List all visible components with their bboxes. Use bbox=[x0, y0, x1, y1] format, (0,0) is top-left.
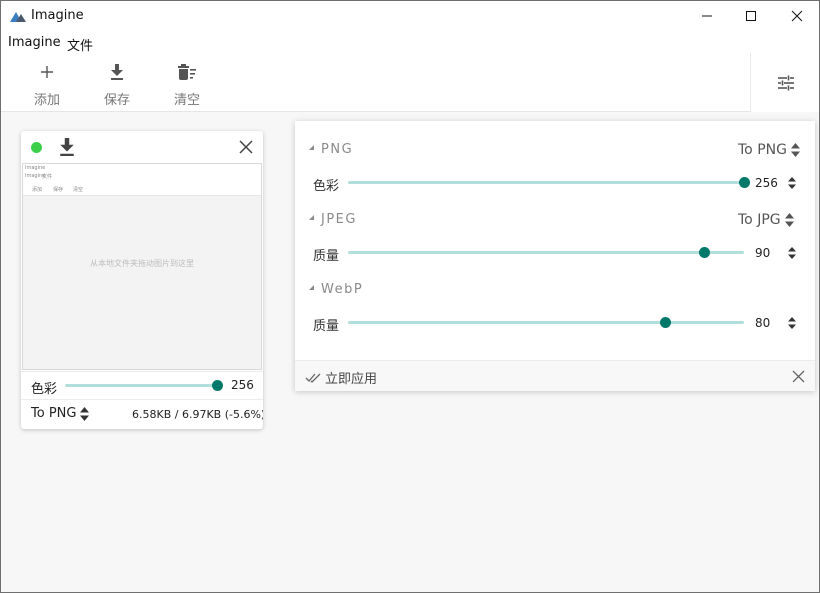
slider-track bbox=[348, 181, 744, 184]
webp-quality-value[interactable]: 80 bbox=[755, 316, 785, 330]
webp-quality-slider[interactable] bbox=[348, 317, 744, 329]
save-label: 保存 bbox=[103, 93, 130, 108]
png-color-value[interactable]: 256 bbox=[755, 176, 785, 190]
download-icon bbox=[111, 64, 123, 80]
slider-thumb[interactable] bbox=[739, 177, 750, 188]
size-info: 6.58KB / 6.97KB (-5.6%) bbox=[132, 408, 263, 421]
settings-panel: PNG To PNG 色彩 256 JPEG To JPG 质量 90 WebP… bbox=[295, 121, 815, 391]
png-format-select[interactable]: To PNG bbox=[738, 142, 800, 158]
card-color-label: 色彩 bbox=[31, 382, 58, 397]
save-button[interactable]: 保存 bbox=[92, 61, 142, 109]
image-card: Imagine Imagine 文件 添加 保存 清空 从本地文件夹拖动图片到这… bbox=[21, 131, 263, 429]
card-color-slider[interactable] bbox=[65, 380, 223, 392]
settings-button[interactable] bbox=[750, 53, 819, 112]
webp-section-title: WebP bbox=[321, 282, 364, 297]
card-format-row: To PNG 6.58KB / 6.97KB (-5.6%) bbox=[21, 399, 263, 429]
jpeg-section-header[interactable]: JPEG bbox=[309, 212, 357, 227]
card-header bbox=[21, 131, 263, 163]
jpeg-format-select[interactable]: To JPG bbox=[738, 212, 794, 228]
slider-track bbox=[348, 321, 744, 324]
status-dot bbox=[31, 142, 42, 153]
collapse-triangle-icon bbox=[309, 145, 314, 150]
thumbnail-app-title: Imagine bbox=[25, 165, 46, 171]
add-button[interactable]: 添加 bbox=[22, 61, 72, 109]
jpeg-quality-slider[interactable] bbox=[348, 247, 744, 259]
clear-button[interactable]: 清空 bbox=[162, 61, 212, 109]
menu-imagine[interactable]: Imagine bbox=[8, 35, 61, 50]
panel-footer: 立即应用 bbox=[295, 360, 815, 391]
spin-arrows-icon[interactable] bbox=[788, 317, 796, 329]
apply-now-button[interactable]: 立即应用 bbox=[305, 368, 377, 387]
thumbnail-drop-hint: 从本地文件夹拖动图片到这里 bbox=[90, 259, 194, 268]
sort-arrows-icon bbox=[790, 143, 800, 157]
thumbnail-save-label: 保存 bbox=[53, 187, 64, 193]
tune-icon bbox=[777, 75, 794, 90]
close-icon[interactable] bbox=[239, 140, 253, 154]
collapse-triangle-icon bbox=[309, 215, 314, 220]
slider-track bbox=[348, 251, 744, 254]
webp-section-header[interactable]: WebP bbox=[309, 282, 363, 297]
sort-arrows-icon bbox=[784, 213, 794, 227]
slider-thumb[interactable] bbox=[659, 317, 671, 328]
jpeg-quality-value[interactable]: 90 bbox=[755, 246, 785, 260]
png-color-slider[interactable] bbox=[348, 177, 750, 189]
png-format-label: To PNG bbox=[738, 142, 787, 158]
png-section-title: PNG bbox=[321, 142, 354, 157]
app-window: Imagine Imagine 文件 添加 保存 清空 Imagine Imag… bbox=[0, 0, 820, 593]
maximize-button[interactable] bbox=[728, 1, 774, 31]
thumbnail-clear-label: 清空 bbox=[73, 187, 84, 193]
card-format-label: To PNG bbox=[31, 406, 77, 421]
plus-icon bbox=[41, 66, 53, 78]
app-title: Imagine bbox=[31, 8, 84, 23]
menu-bar: Imagine 文件 bbox=[1, 31, 819, 54]
thumbnail-menu-file: 文件 bbox=[42, 174, 53, 180]
close-window-button[interactable] bbox=[774, 1, 819, 31]
jpeg-format-label: To JPG bbox=[738, 212, 781, 228]
clear-all-icon bbox=[178, 64, 196, 80]
thumbnail-add-label: 添加 bbox=[32, 187, 43, 193]
jpeg-section-title: JPEG bbox=[321, 212, 357, 227]
slider-thumb[interactable] bbox=[699, 247, 711, 258]
apply-now-label: 立即应用 bbox=[325, 372, 378, 387]
menu-file[interactable]: 文件 bbox=[67, 35, 93, 54]
mountain-logo-icon bbox=[10, 12, 26, 22]
spin-arrows-icon[interactable] bbox=[788, 177, 796, 189]
spin-arrows-icon[interactable] bbox=[788, 247, 796, 259]
card-color-value: 256 bbox=[231, 378, 254, 392]
clear-label: 清空 bbox=[173, 93, 200, 108]
download-icon[interactable] bbox=[59, 138, 75, 156]
png-color-label: 色彩 bbox=[313, 179, 340, 194]
image-thumbnail[interactable]: Imagine Imagine 文件 添加 保存 清空 从本地文件夹拖动图片到这… bbox=[22, 163, 262, 370]
slider-track bbox=[65, 384, 217, 387]
collapse-triangle-icon bbox=[309, 285, 314, 290]
webp-quality-label: 质量 bbox=[313, 319, 340, 334]
close-icon bbox=[791, 10, 803, 22]
title-bar: Imagine bbox=[1, 1, 819, 31]
double-check-icon bbox=[305, 373, 321, 383]
add-label: 添加 bbox=[33, 93, 60, 108]
jpeg-quality-label: 质量 bbox=[313, 249, 340, 264]
close-icon[interactable] bbox=[792, 370, 805, 383]
png-section-header[interactable]: PNG bbox=[309, 142, 353, 157]
minimize-icon bbox=[702, 15, 712, 17]
thumbnail-app-header: Imagine Imagine 文件 添加 保存 清空 bbox=[23, 164, 261, 196]
card-format-select[interactable]: To PNG bbox=[31, 406, 90, 421]
toolbar: 添加 保存 清空 bbox=[1, 53, 819, 112]
sort-arrows-icon bbox=[80, 406, 90, 421]
card-color-row: 色彩 256 bbox=[21, 371, 263, 399]
minimize-button[interactable] bbox=[684, 1, 730, 31]
maximize-icon bbox=[746, 11, 756, 21]
slider-thumb[interactable] bbox=[212, 380, 223, 391]
